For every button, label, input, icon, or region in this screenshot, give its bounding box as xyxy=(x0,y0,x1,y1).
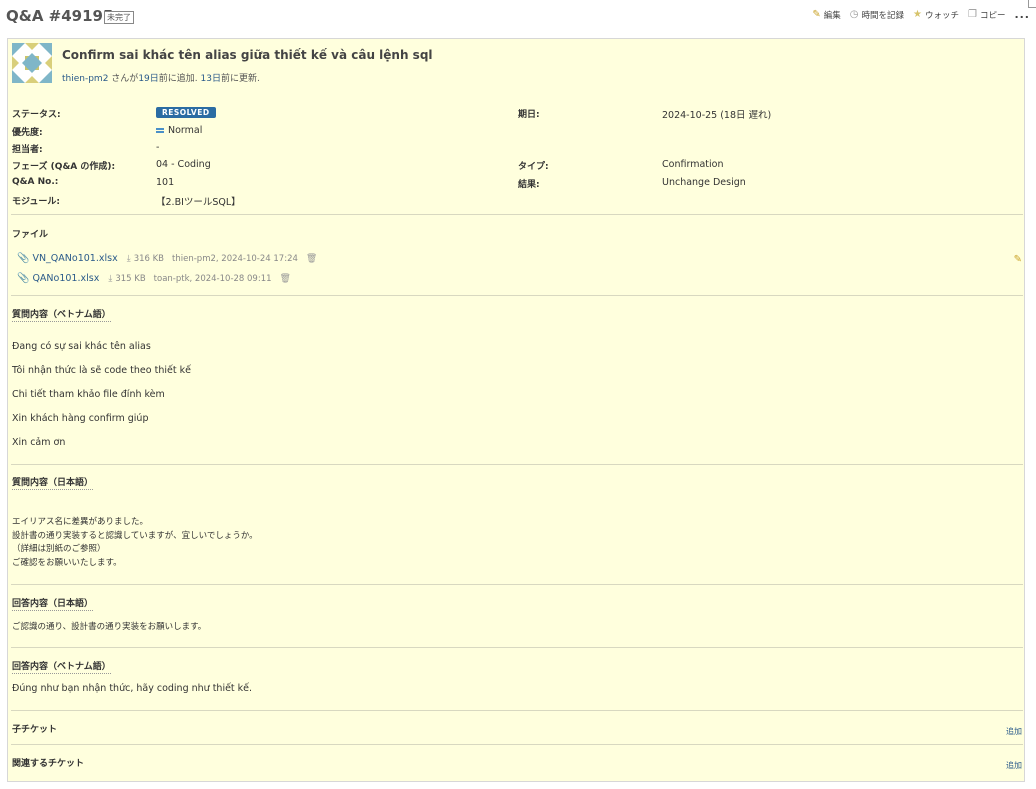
delete-icon[interactable]: 🗑 xyxy=(280,274,291,284)
answer-jp-text: ご認識の通り、設計書の通り実装をお願いします。 xyxy=(12,622,207,632)
divider xyxy=(11,295,1023,296)
question-jp-title: 質問内容（日本語） xyxy=(12,475,94,490)
log-time-label: 時間を記録 xyxy=(861,10,904,21)
delete-icon[interactable]: 🗑 xyxy=(306,254,317,264)
file-row: 📎 VN_QANo101.xlsx ⤓ 316 KB thien-pm2, 20… xyxy=(17,253,317,264)
copy-label: コピー xyxy=(979,10,1006,21)
clock-icon: ◷ xyxy=(849,9,859,20)
file-size: 315 KB xyxy=(115,273,146,284)
edit-label: 編集 xyxy=(823,10,841,21)
issue-author-line: thien-pm2 さんが19日前に追加. 13日前に更新. xyxy=(62,71,260,84)
pencil-icon: ✎ xyxy=(812,9,821,20)
file-meta: thien-pm2, 2024-10-24 17:24 xyxy=(172,253,298,264)
added-text: 前に追加. xyxy=(158,74,201,84)
status-badge: RESOLVED xyxy=(156,107,216,118)
file-link[interactable]: QANo101.xlsx xyxy=(32,273,99,284)
status-value: RESOLVED xyxy=(156,107,216,118)
files-title: ファイル xyxy=(12,230,49,240)
priority-text: Normal xyxy=(168,125,203,136)
avatar[interactable] xyxy=(12,43,52,83)
priority-label: 優先度: xyxy=(12,128,43,138)
qa-no-label: Q&A No.: xyxy=(12,177,59,187)
question-jp-line: （詳細は別紙のご参照） xyxy=(12,544,106,554)
edit-attachments-icon[interactable]: ✎ xyxy=(1014,254,1022,265)
issue-title: Q&A #49195 xyxy=(6,7,114,25)
question-jp-title-text: 質問内容（日本語） xyxy=(12,478,94,488)
paperclip-icon: 📎 xyxy=(17,273,30,284)
question-vn-title-text: 質問内容（ベトナム語） xyxy=(12,310,111,320)
result-label: 結果: xyxy=(518,180,540,190)
file-link[interactable]: VN_QANo101.xlsx xyxy=(32,253,117,264)
copy-button[interactable]: ❐ コピー xyxy=(968,9,1005,21)
add-relation-link[interactable]: 追加 xyxy=(1006,760,1022,771)
divider xyxy=(11,744,1023,745)
watch-label: ウォッチ xyxy=(924,10,959,21)
corner-widget[interactable] xyxy=(1028,0,1036,8)
watch-button[interactable]: ★ ウォッチ xyxy=(913,9,959,21)
module-label: モジュール: xyxy=(12,197,60,207)
module-value: 【2.BIツールSQL】 xyxy=(156,197,241,208)
more-menu-button[interactable]: ... xyxy=(1014,8,1030,21)
issue-subject: Confirm sai khác tên alias giữa thiết kế… xyxy=(62,48,433,62)
answer-jp-title: 回答内容（日本語） xyxy=(12,596,94,611)
log-time-button[interactable]: ◷ 時間を記録 xyxy=(850,9,904,21)
qa-no-value: 101 xyxy=(156,177,175,188)
question-jp-line: エイリアス名に差異がありました。 xyxy=(12,517,149,527)
paperclip-icon: 📎 xyxy=(17,253,30,264)
question-vn-line: Tôi nhận thức là sẽ code theo thiết kế xyxy=(12,365,191,376)
assignee-value: - xyxy=(156,142,160,153)
divider xyxy=(11,214,1023,215)
divider xyxy=(11,584,1023,585)
result-value: Unchange Design xyxy=(662,177,746,188)
issue-header: Q&A #49195 未完了 ✎ 編集 ◷ 時間を記録 ★ ウォッチ ❐ コピー… xyxy=(0,0,1036,36)
add-subtask-link[interactable]: 追加 xyxy=(1006,726,1022,737)
answer-vn-text: Đúng như bạn nhận thức, hãy coding như t… xyxy=(12,683,253,694)
priority-icon xyxy=(156,128,164,133)
phase-value: 04 - Coding xyxy=(156,159,211,170)
answer-jp-title-text: 回答内容（日本語） xyxy=(12,599,94,609)
status-tag: 未完了 xyxy=(104,11,134,24)
question-jp-line: 設計書の通り実装すると認識していますが、宜しいでしょうか。 xyxy=(12,531,258,541)
related-issues-title: 関連するチケット xyxy=(12,759,85,769)
phase-label: フェーズ (Q&A の作成): xyxy=(12,162,116,172)
question-vn-line: Chi tiết tham khảo file đính kèm xyxy=(12,389,165,400)
question-vn-line: Đang có sự sai khác tên alias xyxy=(12,341,151,352)
file-row: 📎 QANo101.xlsx ⤓ 315 KB toan-ptk, 2024-1… xyxy=(17,273,291,284)
due-date-label: 期日: xyxy=(518,110,540,120)
question-vn-line: Xin cảm ơn xyxy=(12,437,66,448)
author-suffix: さんが xyxy=(108,74,139,84)
status-label: ステータス: xyxy=(12,110,61,120)
due-date-value: 2024-10-25 (18日 遅れ) xyxy=(662,110,772,121)
type-label: タイプ: xyxy=(518,162,549,172)
question-vn-line: Xin khách hàng confirm giúp xyxy=(12,413,149,424)
download-icon[interactable]: ⤓ xyxy=(108,274,112,284)
subtasks-title: 子チケット xyxy=(12,725,58,735)
answer-vn-title: 回答内容（ベトナム語） xyxy=(12,659,111,674)
divider xyxy=(11,464,1023,465)
author-link[interactable]: thien-pm2 xyxy=(62,74,108,84)
answer-vn-title-text: 回答内容（ベトナム語） xyxy=(12,662,111,672)
contextual-actions: ✎ 編集 ◷ 時間を記録 ★ ウォッチ ❐ コピー ... xyxy=(812,8,1030,21)
file-meta: toan-ptk, 2024-10-28 09:11 xyxy=(153,273,272,284)
edit-button[interactable]: ✎ 編集 xyxy=(812,9,840,21)
updated-text: 前に更新. xyxy=(220,74,260,84)
question-vn-title: 質問内容（ベトナム語） xyxy=(12,307,111,322)
divider xyxy=(11,710,1023,711)
priority-value: Normal xyxy=(156,125,202,136)
download-icon[interactable]: ⤓ xyxy=(127,254,131,264)
copy-icon: ❐ xyxy=(967,9,977,20)
issue-details-panel: Confirm sai khác tên alias giữa thiết kế… xyxy=(7,38,1025,782)
question-jp-line: ご確認をお願いいたします。 xyxy=(12,558,122,568)
assignee-label: 担当者: xyxy=(12,145,43,155)
divider xyxy=(11,647,1023,648)
type-value: Confirmation xyxy=(662,159,724,170)
file-size: 316 KB xyxy=(133,253,165,264)
added-ago-link[interactable]: 19日 xyxy=(138,74,158,84)
star-icon: ★ xyxy=(912,9,922,20)
updated-ago-link[interactable]: 13日 xyxy=(201,74,221,84)
